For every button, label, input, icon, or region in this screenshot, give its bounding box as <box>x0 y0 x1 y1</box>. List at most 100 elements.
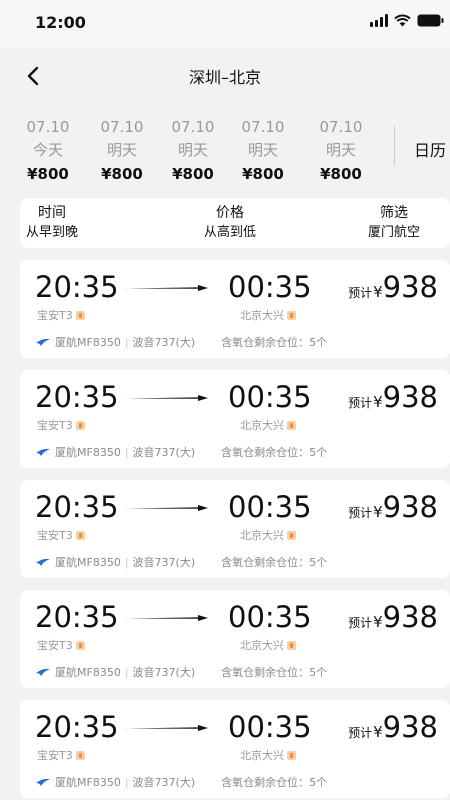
separator: | <box>124 775 129 789</box>
currency-symbol: ¥ <box>373 393 383 411</box>
separator: | <box>124 445 129 459</box>
airline-flight-number: 厦航MF8350 <box>55 776 121 789</box>
xiamen-airlines-logo-icon <box>36 668 50 676</box>
flight-card[interactable]: 20:35 00:35 预计 ¥ 938 宝安T3 北京大兴 厦航MF8350 |… <box>20 590 450 688</box>
status-time: 12:00 <box>35 13 86 32</box>
aircraft-type: 波音737(大) <box>132 556 196 569</box>
separator: | <box>124 665 129 679</box>
sort-by-price[interactable]: 价格 从高到低 <box>204 203 256 243</box>
weekday-label: 明天 <box>106 141 137 159</box>
seat-info: 含氧仓剩余仓位：5个 <box>221 666 328 679</box>
seat-info: 含氧仓剩余仓位：5个 <box>221 776 328 789</box>
seat-info: 含氧仓剩余仓位：5个 <box>221 446 328 459</box>
departure-airport: 宝安T3 <box>37 417 85 433</box>
date-price: ¥800 <box>172 165 214 183</box>
aircraft-type: 波音737(大) <box>132 336 196 349</box>
airline-flight-number: 厦航MF8350 <box>55 556 121 569</box>
price-box: 预计 ¥ 938 <box>348 488 438 526</box>
flight-price: 938 <box>382 600 438 634</box>
arrival-time: 00:35 <box>228 710 312 744</box>
date-item[interactable]: 07.10 明天 ¥800 <box>157 116 229 186</box>
sort-by-time[interactable]: 时间 从早到晚 <box>26 203 78 243</box>
price-prefix: 预计 <box>348 286 373 300</box>
meal-icon <box>75 640 85 650</box>
price-box: 预计 ¥ 938 <box>348 268 438 306</box>
status-bar: 12:00 <box>0 0 450 48</box>
weekday-label: 明天 <box>177 141 208 159</box>
airline-flight-number: 厦航MF8350 <box>55 336 121 349</box>
arrival-airport: 北京大兴 <box>240 307 296 323</box>
page-title: 深圳–北京 <box>188 68 261 87</box>
date-label: 07.10 <box>241 118 285 136</box>
meal-icon <box>287 310 296 320</box>
meal-icon <box>287 750 296 760</box>
price-prefix: 预计 <box>348 506 373 520</box>
departure-time: 20:35 <box>35 490 119 524</box>
arrival-airport-label: 北京大兴 <box>240 529 284 542</box>
airline-info: 厦航MF8350 | 波音737(大) 含氧仓剩余仓位：5个 <box>35 554 327 570</box>
calendar-button[interactable]: 日历 <box>414 137 446 161</box>
flight-card[interactable]: 20:35 00:35 预计 ¥ 938 宝安T3 北京大兴 厦航MF8350 |… <box>20 370 450 468</box>
arrival-airport: 北京大兴 <box>240 747 296 763</box>
battery-icon <box>417 14 444 27</box>
seat-info: 含氧仓剩余仓位：5个 <box>221 556 328 569</box>
date-item[interactable]: 07.10 明天 ¥800 <box>227 116 299 186</box>
date-item[interactable]: 07.10 明天 ¥800 <box>86 116 158 186</box>
status-icons <box>370 14 444 27</box>
airline-info: 厦航MF8350 | 波音737(大) 含氧仓剩余仓位：5个 <box>35 444 327 460</box>
arrival-airport: 北京大兴 <box>240 527 296 543</box>
date-selector: 07.10 今天 ¥800 07.10 明天 ¥800 07.10 明天 ¥80… <box>0 108 450 188</box>
sort-title: 价格 <box>216 205 244 221</box>
flight-arrow-icon <box>124 285 208 291</box>
date-price: ¥800 <box>101 165 143 183</box>
departure-airport-label: 宝安T3 <box>37 309 73 322</box>
wifi-icon <box>394 14 411 27</box>
departure-airport-label: 宝安T3 <box>37 639 73 652</box>
flight-card[interactable]: 20:35 00:35 预计 ¥ 938 宝安T3 北京大兴 厦航MF8350 |… <box>20 480 450 578</box>
departure-airport: 宝安T3 <box>37 637 85 653</box>
price-box: 预计 ¥ 938 <box>348 708 438 746</box>
arrival-time: 00:35 <box>228 600 312 634</box>
sort-subtitle: 厦门航空 <box>368 225 421 240</box>
airline-info: 厦航MF8350 | 波音737(大) 含氧仓剩余仓位：5个 <box>35 664 327 680</box>
date-label: 07.10 <box>26 118 70 136</box>
airline-info: 厦航MF8350 | 波音737(大) 含氧仓剩余仓位：5个 <box>35 774 327 790</box>
currency-symbol: ¥ <box>373 613 383 631</box>
departure-time: 20:35 <box>35 270 119 304</box>
date-label: 07.10 <box>319 118 363 136</box>
date-item[interactable]: 07.10 今天 ¥800 <box>12 116 84 186</box>
price-prefix: 预计 <box>348 616 373 630</box>
flight-arrow-icon <box>124 505 208 511</box>
flight-arrow-icon <box>124 395 208 401</box>
price-prefix: 预计 <box>348 396 373 410</box>
meal-icon <box>75 750 85 760</box>
currency-symbol: ¥ <box>373 283 383 301</box>
separator: | <box>124 555 129 569</box>
arrival-airport-label: 北京大兴 <box>240 419 284 432</box>
price-prefix: 预计 <box>348 726 373 740</box>
meal-icon <box>287 640 296 650</box>
flight-card[interactable]: 20:35 00:35 预计 ¥ 938 宝安T3 北京大兴 厦航MF8350 |… <box>20 260 450 358</box>
xiamen-airlines-logo-icon <box>36 558 50 566</box>
sort-title: 筛选 <box>380 205 408 221</box>
arrival-airport: 北京大兴 <box>240 417 296 433</box>
flight-arrow-icon <box>124 615 208 621</box>
currency-symbol: ¥ <box>373 723 383 741</box>
signal-icon <box>370 14 388 27</box>
date-item[interactable]: 07.10 明天 ¥800 <box>305 116 377 186</box>
sort-subtitle: 从高到低 <box>204 225 257 240</box>
departure-airport-label: 宝安T3 <box>37 419 73 432</box>
xiamen-airlines-logo-icon <box>36 778 50 786</box>
xiamen-airlines-logo-icon <box>36 448 50 456</box>
departure-time: 20:35 <box>35 710 119 744</box>
filter-button[interactable]: 筛选 厦门航空 <box>368 203 420 243</box>
aircraft-type: 波音737(大) <box>132 776 196 789</box>
aircraft-type: 波音737(大) <box>132 666 196 679</box>
flight-arrow-icon <box>124 725 208 731</box>
currency-symbol: ¥ <box>373 503 383 521</box>
departure-time: 20:35 <box>35 600 119 634</box>
arrival-time: 00:35 <box>228 380 312 414</box>
flight-card[interactable]: 20:35 00:35 预计 ¥ 938 宝安T3 北京大兴 厦航MF8350 |… <box>20 700 450 798</box>
flight-price: 938 <box>382 490 438 524</box>
departure-time: 20:35 <box>35 380 119 414</box>
